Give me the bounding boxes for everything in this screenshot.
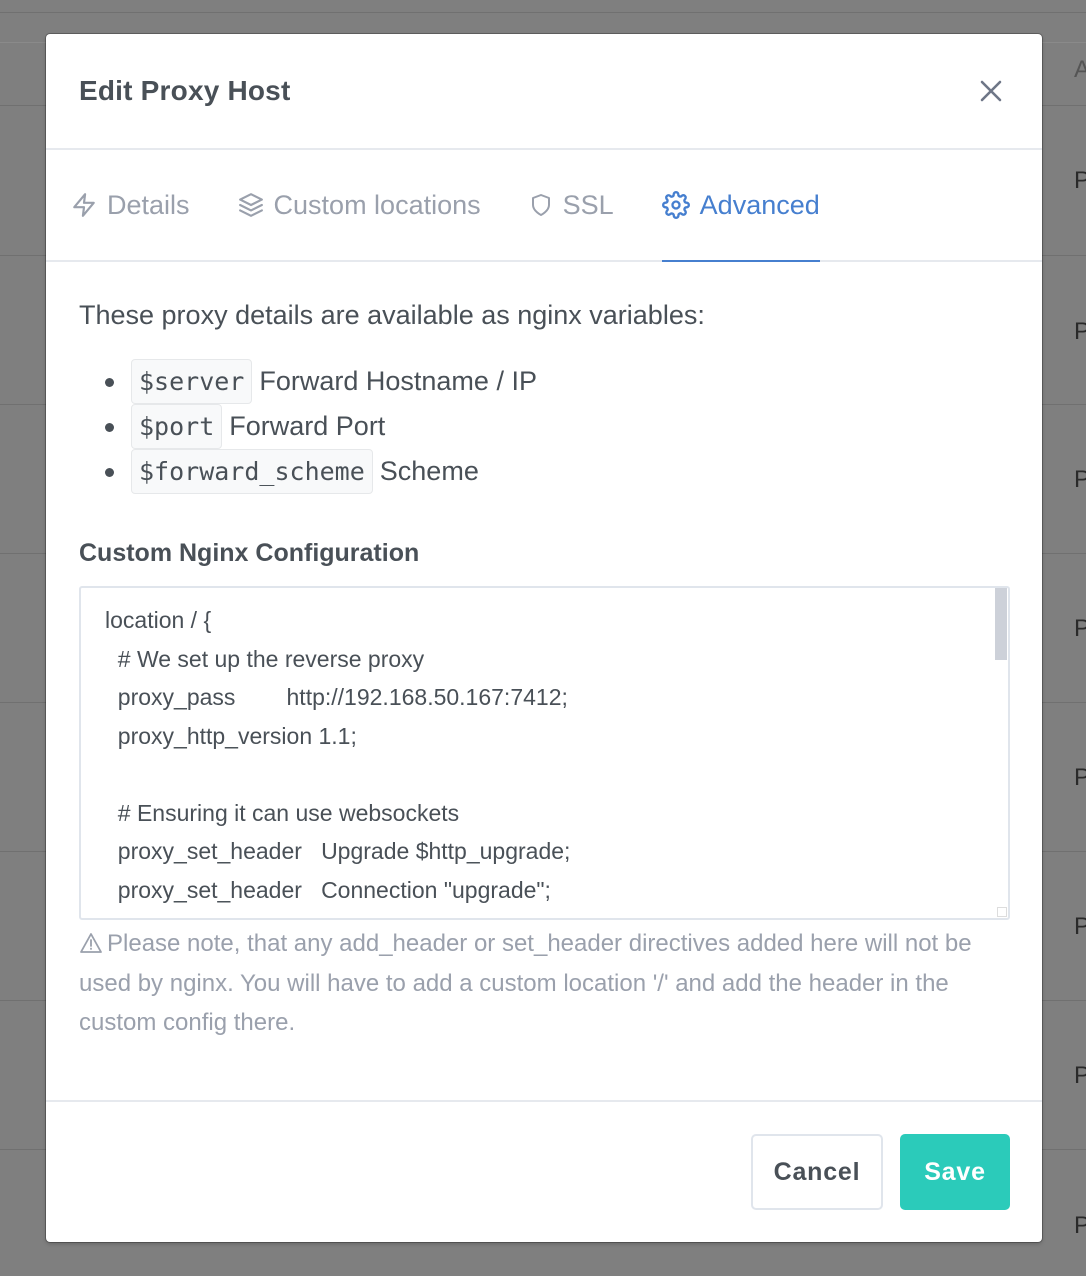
variable-description: Scheme [379,456,479,486]
modal-footer: Cancel Save [46,1100,1042,1242]
tab-label: Advanced [699,189,820,220]
advanced-tab-content: These proxy details are available as ngi… [46,300,1042,1043]
variable-code: $port [131,404,223,449]
variable-code: $forward_scheme [131,449,373,494]
tab-bar: Details Custom locations SSL Advanced [46,150,1042,262]
config-field-wrapper [79,586,1010,920]
cancel-button[interactable]: Cancel [751,1134,883,1210]
table-header-cell: A [1074,56,1086,83]
tab-label: Custom locations [273,189,481,220]
table-cell: P [1074,318,1086,345]
tab-label: Details [107,189,190,220]
table-cell: P [1074,167,1086,194]
lightning-icon [73,193,95,217]
close-button[interactable] [975,75,1007,107]
modal-header: Edit Proxy Host [46,34,1042,150]
close-icon [980,80,1002,102]
variable-code: $server [131,359,253,404]
table-cell: P [1074,1212,1086,1239]
shield-icon [531,194,550,216]
table-cell: P [1074,615,1086,642]
tab-ssl[interactable]: SSL [529,150,614,260]
table-cell: P [1074,764,1086,791]
intro-text: These proxy details are available as ngi… [79,300,705,330]
table-cell: P [1074,466,1086,493]
warning-note: Please note, that any add_header or set_… [79,924,1009,1043]
edit-proxy-host-modal: Edit Proxy Host Details Custom locations [46,34,1042,1242]
table-divider [0,12,1086,13]
gear-icon [661,191,690,219]
save-button[interactable]: Save [900,1134,1010,1210]
custom-nginx-config-textarea[interactable] [81,588,1008,918]
config-label: Custom Nginx Configuration [79,539,420,567]
warning-icon [80,933,102,953]
table-cell: P [1074,913,1086,940]
list-item: $server Forward Hostname / IP [105,359,1009,404]
variable-description: Forward Port [229,411,386,441]
tab-advanced[interactable]: Advanced [661,150,820,262]
warning-note-text: Please note, that any add_header or set_… [79,930,972,1036]
variable-description: Forward Hostname / IP [259,366,537,396]
tab-label: SSL [562,189,614,220]
scrollbar-thumb[interactable] [995,588,1007,660]
variables-list: $server Forward Hostname / IP $port Forw… [79,359,1009,494]
resize-handle[interactable] [997,907,1007,917]
layers-icon [238,193,263,217]
table-cell: P [1074,1062,1086,1089]
modal-title: Edit Proxy Host [79,75,291,106]
tab-details[interactable]: Details [71,150,190,260]
list-item: $forward_scheme Scheme [105,449,1009,494]
list-item: $port Forward Port [105,404,1009,449]
tab-custom-locations[interactable]: Custom locations [238,150,481,260]
